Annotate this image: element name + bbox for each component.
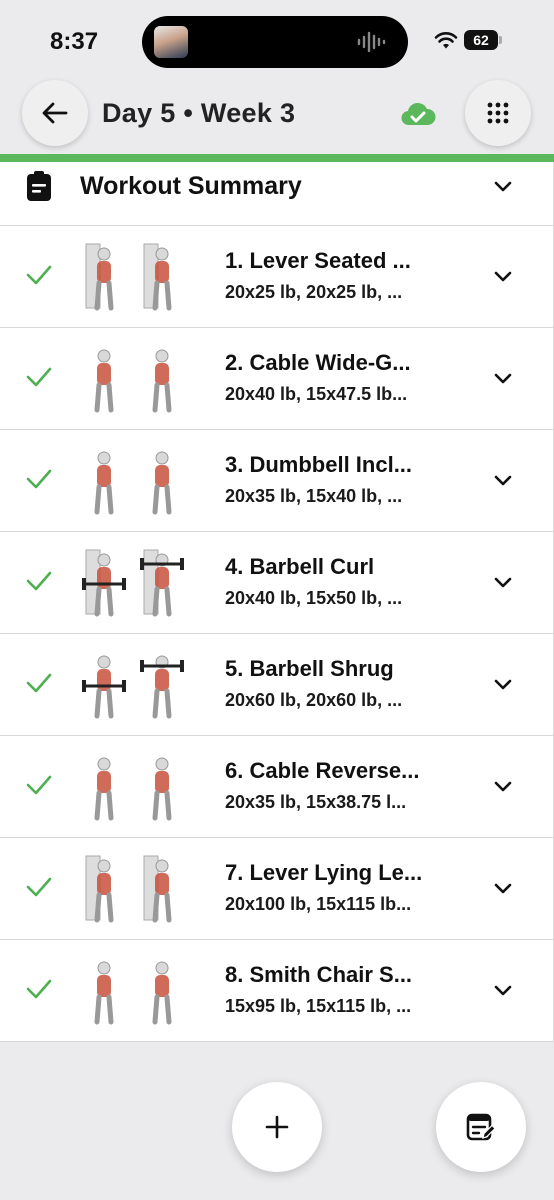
chevron-down-icon[interactable] <box>493 780 513 794</box>
page-title: Day 5 • Week 3 <box>102 98 296 128</box>
chevron-down-icon[interactable] <box>493 984 513 998</box>
edit-note-icon <box>466 1113 496 1141</box>
exercise-name: 8. Smith Chair S... <box>225 962 413 987</box>
chevron-down-icon[interactable] <box>493 576 513 590</box>
exercise-sets: 20x60 lb, 20x60 lb, ... <box>225 690 403 710</box>
exercise-row[interactable]: 2. Cable Wide-G... 20x40 lb, 15x47.5 lb..… <box>0 328 554 430</box>
exercise-row[interactable]: 6. Cable Reverse... 20x35 lb, 15x38.75 l.… <box>0 736 554 838</box>
exercise-thumbnail <box>82 549 184 617</box>
status-bar: 8:37 62 <box>0 0 554 84</box>
battery-level: 62 <box>464 30 498 50</box>
exercise-name: 4. Barbell Curl <box>225 554 375 579</box>
dynamic-island[interactable] <box>142 16 408 68</box>
chevron-down-icon[interactable] <box>493 180 513 194</box>
exercise-thumbnail <box>85 243 172 311</box>
exercise-sets: 20x35 lb, 15x40 lb, ... <box>225 486 403 506</box>
workout-notes-button[interactable] <box>436 1082 526 1172</box>
exercise-name: 2. Cable Wide-G... <box>225 350 411 375</box>
exercise-sets: 20x25 lb, 20x25 lb, ... <box>225 282 403 302</box>
exercise-sets: 20x100 lb, 15x115 lb... <box>225 894 412 914</box>
chevron-down-icon[interactable] <box>493 474 513 488</box>
chevron-down-icon[interactable] <box>493 372 513 386</box>
exercise-sets: 15x95 lb, 15x115 lb, ... <box>225 996 412 1016</box>
check-icon <box>26 877 52 897</box>
wifi-icon <box>434 32 458 49</box>
exercise-thumbnail <box>94 349 172 413</box>
chevron-down-icon[interactable] <box>493 678 513 692</box>
check-icon <box>26 571 52 591</box>
menu-grid-button[interactable] <box>465 80 531 146</box>
exercise-row[interactable]: 8. Smith Chair S... 15x95 lb, 15x115 lb, … <box>0 940 554 1042</box>
clipboard-icon <box>27 171 51 201</box>
exercise-name: 5. Barbell Shrug <box>225 656 394 681</box>
app-header: Day 5 • Week 3 <box>0 80 554 154</box>
exercise-row[interactable]: 7. Lever Lying Le... 20x100 lb, 15x115 lb… <box>0 838 554 940</box>
exercise-row[interactable]: 4. Barbell Curl 20x40 lb, 15x50 lb, ... <box>0 532 554 634</box>
check-icon <box>26 979 52 999</box>
check-icon <box>26 469 52 489</box>
exercise-name: 1. Lever Seated ... <box>225 248 411 273</box>
exercise-thumbnail <box>94 451 172 515</box>
chevron-down-icon[interactable] <box>493 882 513 896</box>
workout-content: Workout Summary 1. Lever Seated ... 20x25… <box>0 162 554 1042</box>
exercise-thumbnail <box>82 655 184 719</box>
check-icon <box>26 265 52 285</box>
battery-icon: 62 <box>464 30 502 50</box>
check-icon <box>26 367 52 387</box>
exercise-sets: 20x40 lb, 15x50 lb, ... <box>225 588 403 608</box>
exercise-row[interactable]: 5. Barbell Shrug 20x60 lb, 20x60 lb, ... <box>0 634 554 736</box>
summary-title: Workout Summary <box>80 172 302 200</box>
plus-icon <box>265 1115 289 1139</box>
chevron-down-icon[interactable] <box>493 270 513 284</box>
now-playing-thumbnail <box>154 26 188 58</box>
exercise-thumbnail <box>94 961 172 1025</box>
progress-accent-bar <box>0 154 554 162</box>
check-icon <box>26 673 52 693</box>
back-button[interactable] <box>22 80 88 146</box>
exercise-row[interactable]: 1. Lever Seated ... 20x25 lb, 20x25 lb, .… <box>0 226 554 328</box>
status-time: 8:37 <box>50 28 99 55</box>
cloud-sync-check-icon[interactable] <box>400 100 436 128</box>
exercise-row[interactable]: 3. Dumbbell Incl... 20x35 lb, 15x40 lb, .… <box>0 430 554 532</box>
exercise-sets: 20x35 lb, 15x38.75 l... <box>225 792 407 812</box>
exercise-name: 3. Dumbbell Incl... <box>225 452 413 477</box>
arrow-left-icon <box>42 102 68 124</box>
check-icon <box>26 775 52 795</box>
exercise-name: 6. Cable Reverse... <box>225 758 420 783</box>
exercise-thumbnail <box>94 757 172 821</box>
add-exercise-button[interactable] <box>232 1082 322 1172</box>
exercise-sets: 20x40 lb, 15x47.5 lb... <box>225 384 408 404</box>
audio-wave-icon <box>357 31 386 53</box>
exercise-name: 7. Lever Lying Le... <box>225 860 423 885</box>
exercise-thumbnail <box>85 855 172 923</box>
workout-summary-row[interactable]: Workout Summary <box>0 162 554 226</box>
grid-dots-icon <box>487 102 509 124</box>
